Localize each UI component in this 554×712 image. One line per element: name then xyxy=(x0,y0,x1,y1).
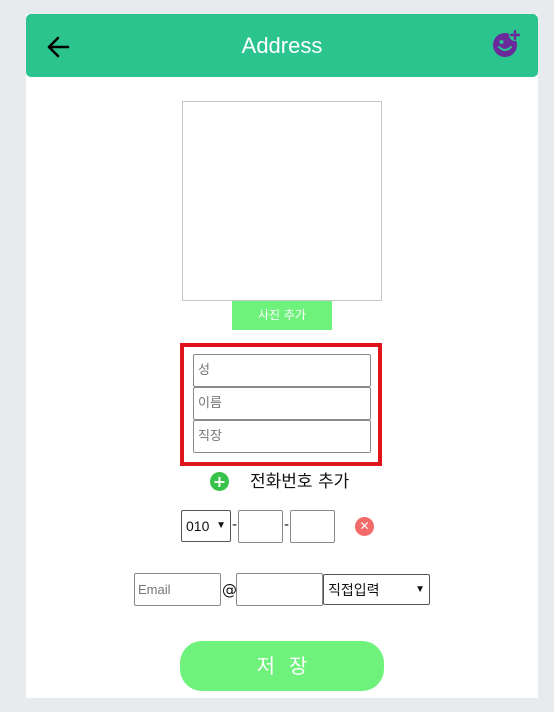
email-domain-select[interactable]: 직접입력 ▼ xyxy=(323,574,430,605)
add-user-icon xyxy=(493,29,521,57)
add-user-button[interactable] xyxy=(491,28,523,60)
add-photo-button[interactable]: 사진 추가 xyxy=(232,301,332,330)
at-symbol: @ xyxy=(222,581,237,599)
email-domain-select-value: 직접입력 xyxy=(328,582,380,598)
page-title: Address xyxy=(241,33,323,58)
phone-prefix-select[interactable]: 010 ▼ xyxy=(181,510,231,542)
phone-last-input[interactable] xyxy=(290,510,335,543)
plus-circle-icon: + xyxy=(210,472,229,491)
chevron-down-icon: ▼ xyxy=(415,584,425,595)
first-name-field[interactable] xyxy=(193,387,371,420)
close-icon: ✕ xyxy=(359,519,370,533)
phone-separator: - xyxy=(232,517,238,533)
phone-separator: - xyxy=(284,517,290,533)
company-field[interactable] xyxy=(193,420,371,453)
email-local-input[interactable] xyxy=(134,573,221,606)
last-name-field[interactable] xyxy=(193,354,371,387)
phone-middle-input[interactable] xyxy=(238,510,283,543)
chevron-down-icon: ▼ xyxy=(216,520,226,531)
app-header: Address xyxy=(26,14,538,77)
save-button[interactable]: 저장 xyxy=(180,641,384,691)
photo-preview xyxy=(182,101,382,301)
add-phone-label: 전화번호 추가 xyxy=(250,472,350,492)
remove-phone-button[interactable]: ✕ xyxy=(355,517,374,536)
email-domain-input[interactable] xyxy=(236,573,323,606)
phone-prefix-value: 010 xyxy=(186,518,210,534)
